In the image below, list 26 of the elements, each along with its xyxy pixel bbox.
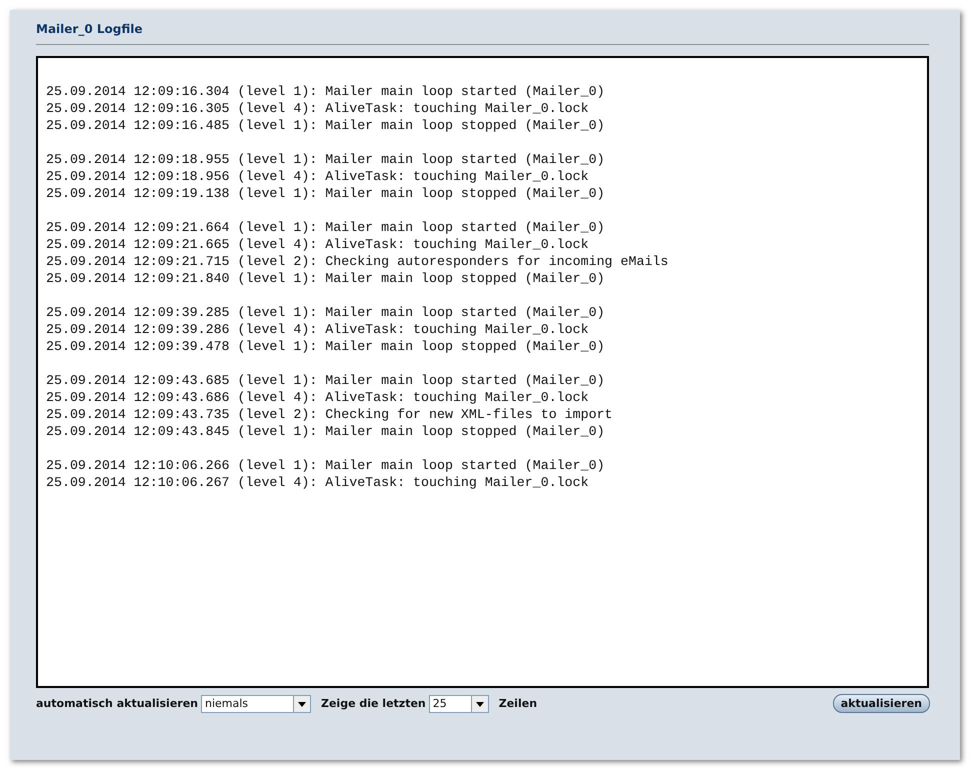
show-last-label: Zeige die letzten <box>321 697 426 710</box>
line-count-select[interactable]: 25 <box>428 694 489 712</box>
log-line: 25.09.2014 12:09:16.305 (level 4): AliveTask: touching Mailer_0.lock <box>46 100 590 117</box>
log-line: 25.09.2014 12:09:39.286 (level 4): AliveTask: touching Mailer_0.lock <box>46 321 590 338</box>
log-line: 25.09.2014 12:09:43.845 (level 1): Mailer main loop stopped (Mailer_0) <box>46 423 606 440</box>
log-line: 25.09.2014 12:10:06.267 (level 4): AliveTask: touching Mailer_0.lock <box>46 474 590 491</box>
log-line: 25.09.2014 12:09:43.686 (level 4): AliveTask: touching Mailer_0.lock <box>46 389 590 406</box>
auto-refresh-label: automatisch aktualisieren <box>36 697 198 710</box>
auto-refresh-select[interactable]: niemals <box>201 694 311 712</box>
log-line: 25.09.2014 12:09:18.955 (level 1): Mailer main loop started (Mailer_0) <box>46 151 606 168</box>
log-line: 25.09.2014 12:09:21.840 (level 1): Mailer main loop stopped (Mailer_0) <box>46 270 606 287</box>
log-line: 25.09.2014 12:09:43.735 (level 2): Checking for new XML-files to import <box>46 406 614 423</box>
log-line: 25.09.2014 12:09:21.715 (level 2): Checking autoresponders for incoming eMails <box>46 253 670 270</box>
log-line: 25.09.2014 12:09:21.664 (level 1): Mailer main loop started (Mailer_0) <box>46 219 606 236</box>
log-line: 25.09.2014 12:09:39.285 (level 1): Mailer main loop started (Mailer_0) <box>46 304 606 321</box>
log-line: 25.09.2014 12:09:18.956 (level 4): AliveTask: touching Mailer_0.lock <box>46 168 590 185</box>
panel-title: Mailer_0 Logfile <box>36 22 929 45</box>
log-line: 25.09.2014 12:09:21.665 (level 4): AliveTask: touching Mailer_0.lock <box>46 236 590 253</box>
log-line: 25.09.2014 12:10:06.266 (level 1): Mailer main loop started (Mailer_0) <box>46 457 606 474</box>
refresh-button[interactable]: aktualisieren <box>832 694 930 713</box>
log-line: 25.09.2014 12:09:43.685 (level 1): Mailer main loop started (Mailer_0) <box>46 372 606 389</box>
log-line: 25.09.2014 12:09:16.304 (level 1): Mailer main loop started (Mailer_0) <box>46 83 606 100</box>
log-line: 25.09.2014 12:09:19.138 (level 1): Mailer main loop stopped (Mailer_0) <box>46 185 606 202</box>
log-line: 25.09.2014 12:09:16.485 (level 1): Mailer main loop stopped (Mailer_0) <box>46 117 606 134</box>
log-line: 25.09.2014 12:09:39.478 (level 1): Mailer main loop stopped (Mailer_0) <box>46 338 606 355</box>
lines-label: Zeilen <box>498 697 538 710</box>
